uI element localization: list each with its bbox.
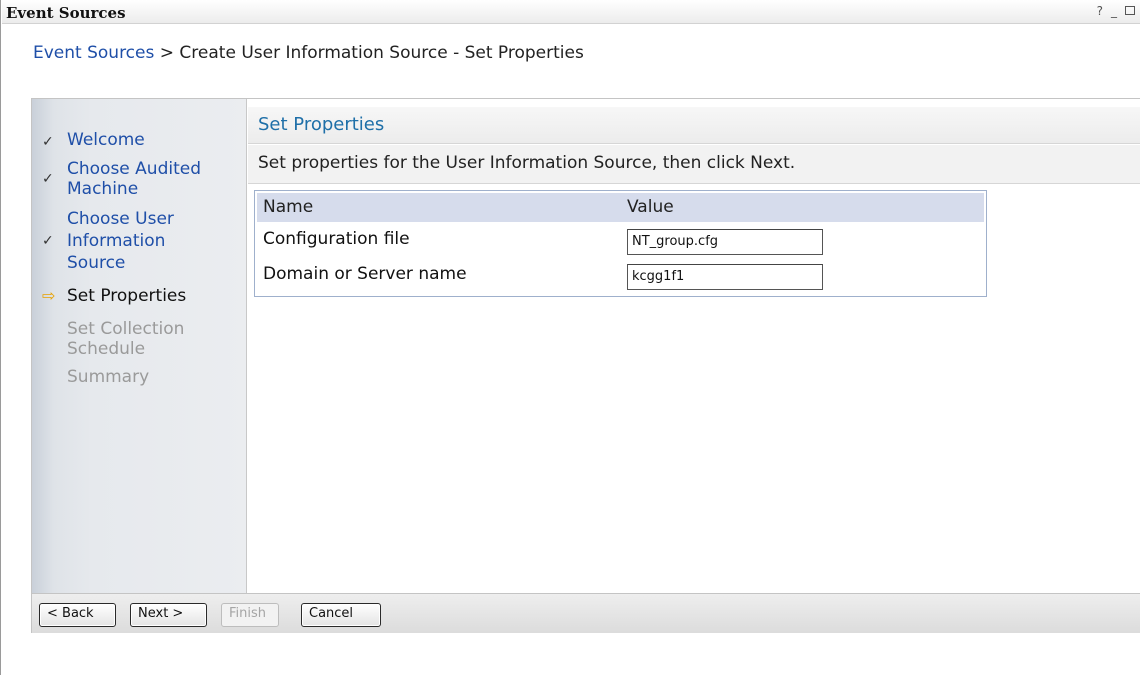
step-label-line2: Schedule — [67, 339, 146, 359]
domain-server-name-input[interactable]: kcgg1f1 — [627, 264, 823, 290]
cancel-button[interactable]: Cancel — [301, 603, 381, 627]
maximize-icon[interactable] — [1125, 6, 1135, 15]
section-header: Set Properties — [248, 107, 1140, 144]
next-button[interactable]: Next > — [130, 603, 207, 627]
step-label-line1: Choose User — [67, 209, 174, 229]
checkmark-icon: ✓ — [42, 171, 54, 187]
step-label: Set Properties — [67, 286, 187, 306]
table-row: Configuration file NT_group.cfg — [257, 224, 984, 258]
breadcrumb: Event Sources > Create User Information … — [33, 43, 584, 63]
arrow-right-icon: ⇨ — [42, 286, 56, 305]
breadcrumb-separator: > — [159, 43, 175, 63]
finish-button: Finish — [221, 603, 279, 627]
event-sources-window: Event Sources ? _ Event Sources > Create… — [0, 0, 1140, 675]
wizard-content: Set Properties Set properties for the Us… — [248, 99, 1140, 593]
window-title: Event Sources — [6, 4, 126, 22]
table-header: Name Value — [257, 193, 984, 222]
column-header-value: Value — [627, 197, 674, 217]
step-label-line1: Set Collection — [67, 319, 185, 339]
configuration-file-input[interactable]: NT_group.cfg — [627, 229, 823, 255]
section-description: Set properties for the User Information … — [258, 153, 796, 173]
column-header-name: Name — [263, 197, 314, 217]
properties-table: Name Value Configuration file NT_group.c… — [254, 190, 987, 297]
wizard-steps: ✓ Welcome ✓ Choose Audited Machine ✓ Cho… — [32, 99, 247, 593]
step-label: Welcome — [67, 130, 145, 150]
step-label-line3: Source — [67, 253, 126, 273]
property-name: Configuration file — [263, 229, 410, 249]
breadcrumb-current: Create User Information Source - Set Pro… — [179, 43, 584, 63]
step-label-line1: Choose Audited — [67, 159, 201, 179]
back-button[interactable]: < Back — [39, 603, 116, 627]
window-controls: ? _ — [1097, 4, 1135, 18]
breadcrumb-link-event-sources[interactable]: Event Sources — [33, 43, 154, 63]
step-label-line2: Machine — [67, 179, 139, 199]
window-titlebar: Event Sources ? _ — [2, 0, 1140, 24]
minimize-icon[interactable]: _ — [1111, 4, 1117, 18]
section-description-bar: Set properties for the User Information … — [248, 145, 1140, 184]
step-label: Summary — [67, 367, 150, 387]
checkmark-icon: ✓ — [42, 134, 54, 150]
section-title: Set Properties — [258, 114, 385, 135]
help-icon[interactable]: ? — [1097, 4, 1103, 18]
property-name: Domain or Server name — [263, 264, 467, 284]
wizard-footer: < Back Next > Finish Cancel — [32, 593, 1140, 633]
wizard-panel: ✓ Welcome ✓ Choose Audited Machine ✓ Cho… — [31, 98, 1140, 633]
checkmark-icon: ✓ — [42, 233, 54, 249]
step-label-line2: Information — [67, 231, 166, 251]
table-row: Domain or Server name kcgg1f1 — [257, 259, 984, 293]
